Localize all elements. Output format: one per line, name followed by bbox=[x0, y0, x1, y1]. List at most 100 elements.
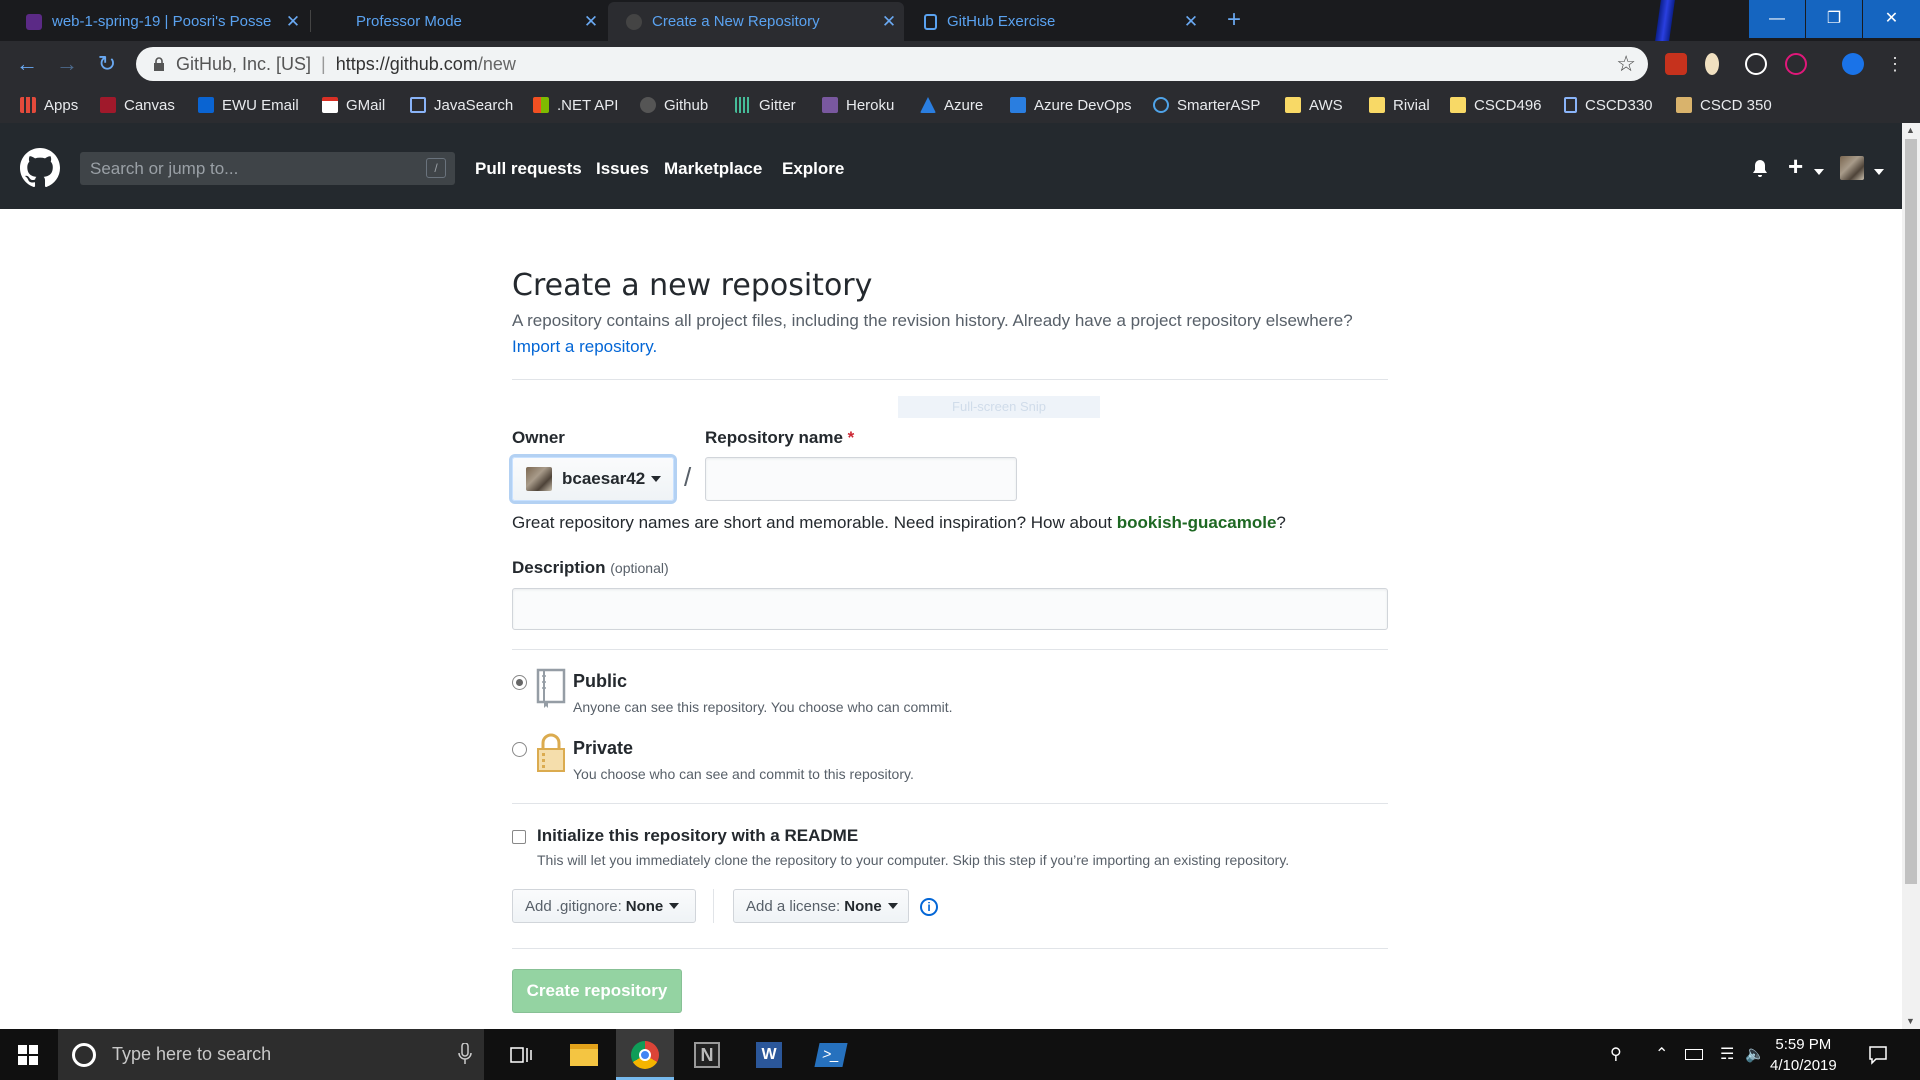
bookmark-azure-devops[interactable]: Azure DevOps bbox=[1010, 94, 1132, 116]
owner-select[interactable]: bcaesar42 bbox=[512, 457, 674, 501]
divider bbox=[512, 379, 1388, 380]
gitter-icon bbox=[735, 97, 751, 113]
tab-professor-mode[interactable]: Professor Mode ✕ bbox=[312, 2, 606, 41]
bookmark-apps[interactable]: Apps bbox=[20, 94, 78, 116]
gitignore-select[interactable]: Add .gitignore: None bbox=[512, 889, 696, 923]
tab-close-icon[interactable]: ✕ bbox=[1176, 12, 1206, 32]
bookmark-label: JavaSearch bbox=[434, 96, 514, 114]
nav-pull-requests[interactable]: Pull requests bbox=[475, 159, 582, 179]
new-tab-button[interactable]: + bbox=[1221, 7, 1247, 33]
nav-marketplace[interactable]: Marketplace bbox=[664, 159, 762, 179]
scroll-up-arrow-icon[interactable]: ▲ bbox=[1906, 125, 1915, 135]
tab-separator bbox=[310, 10, 311, 32]
extension-icon[interactable] bbox=[1705, 53, 1719, 75]
taskbar-clock[interactable]: 5:59 PM 4/10/2019 bbox=[1770, 1034, 1837, 1076]
bookmark-rivial[interactable]: Rivial bbox=[1369, 94, 1430, 116]
bookmark-github[interactable]: Github bbox=[640, 94, 708, 116]
repository-name-input[interactable] bbox=[705, 457, 1017, 501]
forward-icon[interactable]: → bbox=[52, 49, 82, 79]
tab-close-icon[interactable]: ✕ bbox=[278, 12, 308, 32]
name-suggestion[interactable]: bookish-guacamole bbox=[1117, 513, 1277, 532]
subtitle-text: A repository contains all project files,… bbox=[512, 311, 1353, 330]
microphone-icon[interactable] bbox=[458, 1043, 472, 1065]
bookmark-smarterasp[interactable]: SmarterASP bbox=[1153, 94, 1260, 116]
private-radio[interactable] bbox=[512, 742, 527, 757]
bookmark-aws[interactable]: AWS bbox=[1285, 94, 1343, 116]
create-new-plus-icon[interactable]: + bbox=[1788, 151, 1803, 182]
taskbar-powershell[interactable]: >_ bbox=[802, 1029, 860, 1080]
public-radio[interactable] bbox=[512, 675, 527, 690]
required-marker: * bbox=[847, 428, 855, 447]
readme-checkbox[interactable] bbox=[512, 830, 526, 844]
user-avatar[interactable] bbox=[1840, 156, 1864, 180]
import-repository-link[interactable]: Import a repository. bbox=[512, 337, 657, 356]
taskbar-chrome[interactable] bbox=[616, 1029, 674, 1080]
reload-icon[interactable]: ↻ bbox=[92, 49, 122, 79]
bookmark-gmail[interactable]: GMail bbox=[322, 94, 385, 116]
back-icon[interactable]: ← bbox=[12, 49, 42, 79]
bookmark-net-api[interactable]: .NET API bbox=[533, 94, 618, 116]
bookmark-cscd330[interactable]: CSCD330 bbox=[1564, 94, 1653, 116]
profile-icon[interactable] bbox=[1842, 53, 1864, 75]
menu-kebab-icon[interactable]: ⋮ bbox=[1880, 49, 1910, 79]
react-devtools-icon[interactable] bbox=[1745, 53, 1767, 75]
bookmark-canvas[interactable]: Canvas bbox=[100, 94, 175, 116]
bookmark-azure[interactable]: Azure bbox=[920, 94, 983, 116]
nav-issues[interactable]: Issues bbox=[596, 159, 649, 179]
task-view-button[interactable] bbox=[492, 1029, 550, 1080]
brave-shield-icon[interactable] bbox=[1665, 53, 1687, 75]
bookmark-heroku[interactable]: Heroku bbox=[822, 94, 894, 116]
tab-create-new-repository[interactable]: Create a New Repository ✕ bbox=[608, 2, 904, 41]
tab-github-exercise[interactable]: GitHub Exercise ✕ bbox=[906, 2, 1206, 41]
bookmark-gitter[interactable]: Gitter bbox=[735, 94, 796, 116]
taskbar-word[interactable]: W bbox=[740, 1029, 798, 1080]
bookmark-label: CSCD330 bbox=[1585, 96, 1653, 114]
bookmark-label: AWS bbox=[1309, 96, 1343, 114]
people-icon[interactable]: ⚲ bbox=[1610, 1044, 1622, 1064]
info-icon[interactable]: i bbox=[920, 898, 938, 916]
address-bar[interactable]: GitHub, Inc. [US] | https://github.com/n… bbox=[136, 47, 1648, 81]
tab-web-1-spring-19[interactable]: web-1-spring-19 | Poosri's Posse ✕ bbox=[8, 2, 308, 41]
bookmark-label: Github bbox=[664, 96, 709, 114]
bell-icon[interactable] bbox=[1752, 160, 1768, 178]
github-search-input[interactable]: Search or jump to... / bbox=[80, 152, 455, 185]
bookmark-cscd496[interactable]: CSCD496 bbox=[1450, 94, 1542, 116]
graphql-icon[interactable] bbox=[1785, 53, 1807, 75]
site-identity[interactable]: GitHub, Inc. [US] bbox=[176, 54, 311, 75]
battery-icon[interactable] bbox=[1685, 1049, 1703, 1060]
chevron-down-icon bbox=[1814, 169, 1824, 175]
chevron-up-icon[interactable]: ⌃ bbox=[1655, 1044, 1668, 1064]
restore-button[interactable]: ❐ bbox=[1806, 0, 1862, 38]
taskbar-file-explorer[interactable] bbox=[554, 1029, 612, 1080]
license-select[interactable]: Add a license: None bbox=[733, 889, 909, 923]
wifi-icon[interactable]: ☴ bbox=[1720, 1044, 1734, 1064]
notion-icon: N bbox=[694, 1042, 720, 1068]
volume-muted-icon[interactable]: 🔈 bbox=[1745, 1044, 1765, 1064]
windows-start-icon[interactable] bbox=[18, 1045, 38, 1065]
page-subtitle: A repository contains all project files,… bbox=[512, 308, 1392, 360]
bookmark-star-icon[interactable]: ☆ bbox=[1616, 51, 1636, 77]
minimize-button[interactable]: — bbox=[1749, 0, 1805, 38]
taskbar-notion[interactable]: N bbox=[678, 1029, 736, 1080]
github-icon bbox=[640, 97, 656, 113]
tab-close-icon[interactable]: ✕ bbox=[576, 12, 606, 32]
scrollbar-thumb[interactable] bbox=[1905, 139, 1917, 884]
readme-label[interactable]: Initialize this repository with a README bbox=[537, 826, 858, 846]
license-label: Add a license: bbox=[746, 897, 841, 915]
taskbar-search-box[interactable]: Type here to search bbox=[58, 1029, 484, 1080]
description-input[interactable] bbox=[512, 588, 1388, 630]
scroll-down-arrow-icon[interactable]: ▼ bbox=[1906, 1016, 1915, 1026]
folder-icon bbox=[1450, 97, 1466, 113]
nav-explore[interactable]: Explore bbox=[782, 159, 844, 179]
bookmark-javasearch[interactable]: JavaSearch bbox=[410, 94, 513, 116]
bookmark-ewu-email[interactable]: EWU Email bbox=[198, 94, 299, 116]
close-window-button[interactable]: ✕ bbox=[1863, 0, 1920, 38]
github-logo-icon[interactable] bbox=[20, 148, 60, 188]
page-scrollbar[interactable]: ▲ ▼ bbox=[1902, 123, 1920, 1029]
word-icon: W bbox=[756, 1042, 782, 1068]
create-repository-button[interactable]: Create repository bbox=[512, 969, 682, 1013]
bookmark-cscd350[interactable]: CSCD 350 bbox=[1676, 94, 1772, 116]
clock-time: 5:59 PM bbox=[1775, 1036, 1832, 1053]
tab-close-icon[interactable]: ✕ bbox=[874, 12, 904, 32]
notifications-icon[interactable] bbox=[1868, 1045, 1888, 1065]
